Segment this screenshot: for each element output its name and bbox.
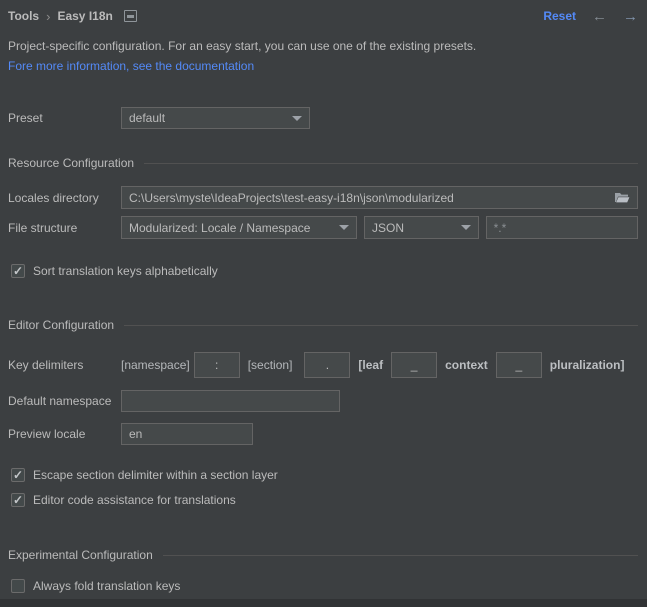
- namespace-delimiter-value: :: [215, 358, 218, 372]
- file-structure-dropdown[interactable]: Modularized: Locale / Namespace: [121, 216, 357, 239]
- escape-delimiter-checkbox[interactable]: [11, 468, 25, 482]
- key-delimiters-row: Key delimiters [namespace] : [section] .…: [8, 351, 638, 378]
- default-namespace-row: Default namespace: [8, 390, 638, 412]
- locales-directory-row: Locales directory C:\Users\myste\IdeaPro…: [8, 186, 638, 209]
- forward-arrow-icon[interactable]: →: [623, 9, 638, 24]
- breadcrumb: Tools › Easy I18n: [8, 9, 137, 24]
- sort-keys-checkbox-label: Sort translation keys alphabetically: [33, 264, 218, 278]
- preset-dropdown-value: default: [129, 111, 165, 125]
- section-bracket-label: [section]: [248, 358, 293, 372]
- browse-folder-icon[interactable]: [614, 191, 630, 204]
- experimental-section-title: Experimental Configuration: [8, 548, 153, 562]
- settings-header: Tools › Easy I18n Reset ← →: [8, 6, 638, 26]
- fold-keys-checkbox-label: Always fold translation keys: [33, 579, 180, 593]
- file-pattern-value: *.*: [494, 221, 507, 235]
- editor-section-header: Editor Configuration: [8, 317, 638, 333]
- file-structure-row: File structure Modularized: Locale / Nam…: [8, 216, 638, 239]
- namespace-bracket-label: [namespace]: [121, 358, 190, 372]
- preset-label: Preset: [8, 111, 121, 125]
- escape-delimiter-checkbox-label: Escape section delimiter within a sectio…: [33, 468, 278, 482]
- section-divider: [124, 325, 638, 326]
- locales-directory-value: C:\Users\myste\IdeaProjects\test-easy-i1…: [129, 191, 454, 205]
- chevron-down-icon: [339, 225, 349, 230]
- context-label: context: [445, 358, 488, 372]
- code-assistance-checkbox-row[interactable]: Editor code assistance for translations: [11, 492, 638, 508]
- locales-directory-label: Locales directory: [8, 191, 121, 205]
- sort-keys-checkbox[interactable]: [11, 264, 25, 278]
- show-in-editor-icon[interactable]: [124, 10, 137, 22]
- preset-dropdown[interactable]: default: [121, 107, 310, 129]
- section-delimiter-value: .: [326, 358, 329, 372]
- key-delimiters-label: Key delimiters: [8, 358, 121, 372]
- chevron-down-icon: [292, 116, 302, 121]
- panel-bottom-edge: [0, 599, 647, 607]
- back-arrow-icon[interactable]: ←: [592, 9, 607, 24]
- locales-directory-field[interactable]: C:\Users\myste\IdeaProjects\test-easy-i1…: [121, 186, 638, 209]
- experimental-section-header: Experimental Configuration: [8, 547, 638, 563]
- leaf-bracket-label: [leaf: [358, 358, 383, 372]
- sort-keys-checkbox-row[interactable]: Sort translation keys alphabetically: [11, 263, 638, 279]
- chevron-down-icon: [461, 225, 471, 230]
- leaf-delimiter-input[interactable]: _: [391, 352, 437, 378]
- fold-keys-checkbox-row[interactable]: Always fold translation keys: [11, 578, 638, 594]
- breadcrumb-easy-i18n[interactable]: Easy I18n: [57, 9, 112, 23]
- file-structure-dropdown-value: Modularized: Locale / Namespace: [129, 221, 310, 235]
- section-divider: [144, 163, 638, 164]
- context-delimiter-input[interactable]: _: [496, 352, 542, 378]
- resource-section-header: Resource Configuration: [8, 155, 638, 171]
- file-structure-label: File structure: [8, 221, 121, 235]
- preview-locale-field[interactable]: en: [121, 423, 253, 445]
- key-delimiters-controls: [namespace] : [section] . [leaf _ contex…: [121, 352, 624, 378]
- code-assistance-checkbox[interactable]: [11, 493, 25, 507]
- file-pattern-field[interactable]: *.*: [486, 216, 638, 239]
- breadcrumb-tools[interactable]: Tools: [8, 9, 39, 23]
- preview-locale-row: Preview locale en: [8, 423, 638, 445]
- namespace-delimiter-input[interactable]: :: [194, 352, 240, 378]
- default-namespace-label: Default namespace: [8, 394, 121, 408]
- file-format-dropdown-value: JSON: [372, 221, 404, 235]
- intro-description: Project-specific configuration. For an e…: [8, 39, 638, 53]
- section-divider: [163, 555, 638, 556]
- preview-locale-label: Preview locale: [8, 427, 121, 441]
- context-delimiter-value: _: [515, 358, 522, 372]
- default-namespace-field[interactable]: [121, 390, 340, 412]
- pluralization-bracket-label: pluralization]: [550, 358, 625, 372]
- resource-section-title: Resource Configuration: [8, 156, 134, 170]
- reset-button[interactable]: Reset: [543, 9, 576, 23]
- documentation-link[interactable]: Fore more information, see the documenta…: [8, 59, 254, 73]
- fold-keys-checkbox[interactable]: [11, 579, 25, 593]
- editor-section-title: Editor Configuration: [8, 318, 114, 332]
- file-format-dropdown[interactable]: JSON: [364, 216, 479, 239]
- preset-row: Preset default: [8, 107, 638, 129]
- preview-locale-value: en: [129, 427, 142, 441]
- code-assistance-checkbox-label: Editor code assistance for translations: [33, 493, 236, 507]
- section-delimiter-input[interactable]: .: [304, 352, 350, 378]
- header-actions: Reset ← →: [543, 9, 638, 24]
- breadcrumb-chevron-icon: ›: [46, 9, 50, 24]
- escape-delimiter-checkbox-row[interactable]: Escape section delimiter within a sectio…: [11, 467, 638, 483]
- leaf-delimiter-value: _: [411, 358, 418, 372]
